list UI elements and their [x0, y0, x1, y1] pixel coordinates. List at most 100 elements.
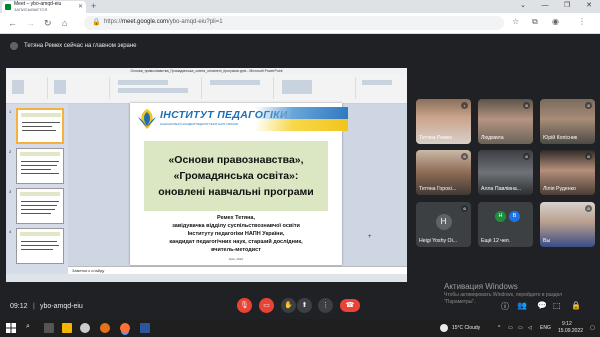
battery-icon[interactable]: ▭	[518, 325, 523, 331]
host-controls-icon[interactable]: 🔒	[571, 301, 581, 310]
meeting-time: 09:12	[10, 303, 28, 310]
more-options-button[interactable]: ⋮	[318, 298, 333, 313]
slide-thumbnail[interactable]	[16, 228, 64, 264]
thumb-number: 2	[9, 149, 12, 154]
weather-text[interactable]: 15°C Cloudy	[452, 325, 480, 331]
participant-tile[interactable]: ⊘ Алла Павлівна...	[478, 150, 533, 195]
url-text: https://meet.google.com/ybo-amqd-eiu?pli…	[104, 19, 223, 25]
volume-icon[interactable]: ◁	[528, 325, 532, 331]
thumb-number: 4	[9, 229, 12, 234]
file-explorer-icon[interactable]	[62, 323, 72, 333]
participant-tile[interactable]: ⊘ Тетяна Горохі...	[416, 150, 471, 195]
ppt-status-bar	[6, 274, 407, 282]
mic-muted-icon: ⊘	[585, 205, 592, 212]
word-icon[interactable]	[140, 323, 150, 333]
maximize-button[interactable]: ❐	[556, 0, 578, 13]
paste-icon[interactable]	[12, 80, 24, 94]
author-degree: кандидат педагогічних наук, старший досл…	[169, 239, 303, 245]
lock-icon[interactable]: 🔒	[92, 18, 101, 26]
clock-time[interactable]: 9:12	[562, 321, 572, 327]
participant-tile[interactable]: ⊘ Лілія Руденко	[540, 150, 595, 195]
thumb-line	[21, 205, 57, 206]
slide-thumbnail[interactable]	[16, 188, 64, 224]
tab-search-icon[interactable]: ⌄	[512, 0, 534, 13]
paragraph-icons[interactable]	[210, 80, 260, 85]
minimize-button[interactable]: —	[534, 0, 556, 13]
mic-muted-icon: ⊘	[585, 102, 592, 109]
camera-toggle-button[interactable]: ▭	[259, 298, 274, 313]
more-participants-tile[interactable]: Н В Ещё 12 чел.	[478, 202, 533, 247]
shapes-icon[interactable]	[282, 80, 312, 94]
url-field[interactable]: 🔒 https://meet.google.com/ybo-amqd-eiu?p…	[84, 16, 504, 30]
participant-tile[interactable]: • Тетяна Ремех	[416, 99, 471, 144]
mic-muted-icon: ⊘	[523, 102, 530, 109]
network-icon[interactable]: ▭	[508, 325, 513, 331]
thumb-line	[21, 165, 57, 166]
extensions-icon[interactable]: ⧉	[532, 17, 538, 27]
participant-tile[interactable]: H ⊘ Heigi Yoshy Oi...	[416, 202, 471, 247]
mic-active-icon: •	[461, 102, 468, 109]
meeting-info-icon[interactable]: ⓘ	[501, 301, 509, 312]
participant-name: Вы	[543, 238, 551, 244]
thumb-line	[21, 245, 59, 246]
thumb-title-block	[20, 152, 60, 156]
close-tab-icon[interactable]: ✕	[78, 3, 83, 10]
find-icon[interactable]	[362, 80, 392, 85]
close-window-button[interactable]: ✕	[578, 0, 600, 13]
self-video-tile[interactable]: ⊘ Вы	[540, 202, 595, 247]
participant-tile[interactable]: ⊘ Юрій Копісник	[540, 99, 595, 144]
forward-icon[interactable]: →	[26, 18, 35, 28]
reload-icon[interactable]: ↻	[44, 18, 52, 29]
activate-title: Активация Windows	[444, 282, 518, 291]
back-icon[interactable]: ←	[8, 18, 17, 28]
thumb-line	[21, 173, 59, 174]
activities-icon[interactable]: ⬚	[553, 301, 561, 310]
slide-thumbnail[interactable]	[16, 108, 64, 144]
thumb-line	[21, 213, 51, 214]
browser-tab-bar: Meet – ybo-amqd-eiu ЗАПИСЫВАЕТСЯ ✕ + ⌄ —…	[0, 0, 600, 13]
new-slide-icon[interactable]	[54, 80, 66, 94]
language-indicator[interactable]: ENG	[540, 325, 551, 331]
notifications-icon[interactable]: ▢	[590, 325, 595, 331]
browser-tab-meet[interactable]: Meet – ybo-amqd-eiu ЗАПИСЫВАЕТСЯ ✕	[2, 1, 86, 13]
presenter-notice: Тетяна Ремех сейчас на главном экране	[10, 39, 137, 52]
activate-subtitle: Чтобы активировать Windows, перейдите в …	[444, 292, 563, 298]
participant-tile[interactable]: ⊘ Людмила	[478, 99, 533, 144]
thumb-line	[21, 201, 59, 202]
font-name-box[interactable]	[118, 80, 168, 85]
slide-notes[interactable]: Заметки к слайду	[68, 266, 407, 274]
presenter-avatar	[10, 41, 18, 50]
present-button[interactable]: ⬆	[297, 298, 312, 313]
windows-start-icon[interactable]	[6, 323, 16, 333]
tray-arrow-icon[interactable]: ^	[498, 325, 500, 331]
hang-up-button[interactable]: ☎	[340, 299, 360, 312]
new-tab-button[interactable]: +	[91, 1, 96, 11]
meeting-code: ybo-amqd-eiu	[40, 303, 83, 310]
notes-placeholder: Заметки к слайду	[72, 268, 105, 273]
task-view-icon[interactable]	[44, 323, 54, 333]
browser-menu-icon[interactable]: ⋮	[578, 17, 586, 26]
raise-hand-button[interactable]: ✋	[281, 298, 296, 313]
search-icon[interactable]: ⌕	[26, 323, 30, 331]
clock-date[interactable]: 15.09.2022	[558, 328, 583, 334]
chat-icon[interactable]: 💬	[537, 301, 547, 310]
slide-thumbnail[interactable]	[16, 148, 64, 184]
url-domain: meet.google.com	[122, 19, 169, 25]
thumb-line	[21, 169, 51, 170]
firefox-icon[interactable]	[120, 323, 130, 333]
taskbar-app-icon[interactable]	[80, 323, 90, 333]
address-bar-row: ← → ↻ ⌂ 🔒 https://meet.google.com/ybo-am…	[0, 13, 600, 34]
bookmark-star-icon[interactable]: ☆	[512, 17, 519, 26]
taskbar-app-icon[interactable]	[100, 323, 110, 333]
mic-toggle-button[interactable]: 🎙	[237, 298, 252, 313]
flag-blue	[256, 107, 348, 119]
participants-icon[interactable]: 👥	[517, 301, 527, 310]
profile-icon[interactable]: ◉	[552, 17, 559, 26]
participant-name: Тетяна Ремех	[419, 135, 453, 141]
flag-yellow	[256, 119, 348, 131]
mic-muted-icon: ⊘	[523, 153, 530, 160]
font-format-icons[interactable]	[118, 88, 188, 93]
home-icon[interactable]: ⌂	[62, 18, 67, 28]
author-title: вчитель-методист	[211, 247, 261, 253]
slide-thumbnails-pane: 1 2 3 4	[6, 104, 68, 274]
